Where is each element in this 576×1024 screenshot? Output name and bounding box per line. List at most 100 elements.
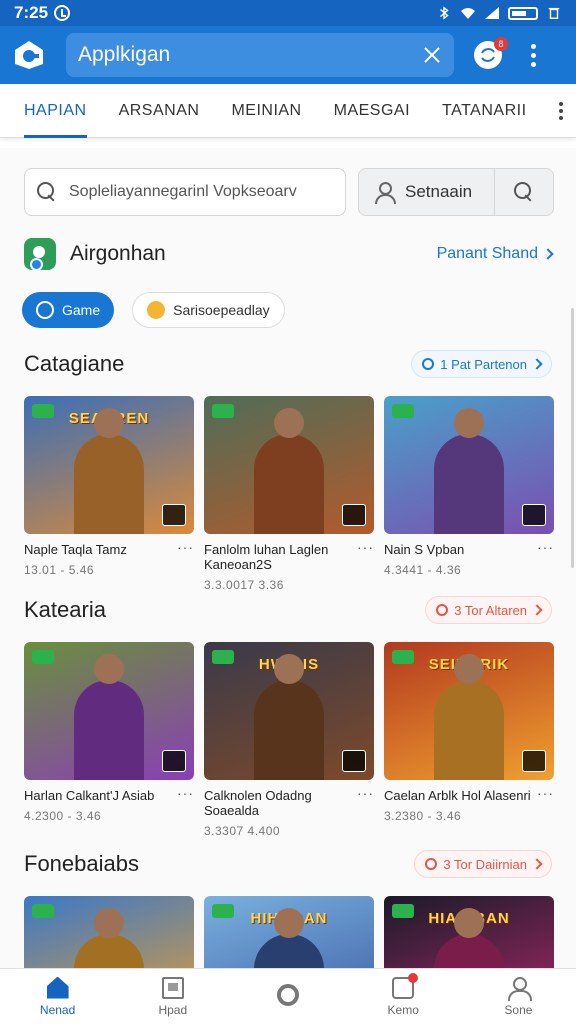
pin-icon: [422, 358, 435, 370]
tab-meinian[interactable]: MEINIAN: [231, 84, 301, 138]
ring-icon: [277, 983, 299, 1006]
card-meta: Naple Taqla Tamz ···: [24, 540, 194, 557]
card-subtitle: 4.3441 - 4.36: [384, 563, 462, 577]
card-meta: Fanlolm luhan Laglen Kaneoan2S ···: [204, 540, 374, 572]
app-search-field[interactable]: Applkigan: [66, 33, 454, 77]
category-header: Katearia 3 Tor Altaren: [24, 594, 552, 626]
search-input[interactable]: Sopleliayannegarinl Vopkseoarv: [24, 168, 346, 216]
tab-arsanan[interactable]: ARSANAN: [119, 84, 200, 138]
card-title: Caelan Arblk Hol Alasenri: [384, 788, 531, 803]
section-link-label: Panant Shand: [436, 245, 538, 262]
game-card[interactable]: Fanlolm luhan Laglen Kaneoan2S ··· 3.3.001…: [204, 396, 374, 592]
game-card[interactable]: HWIDIS Calknolen Odadng Soaealda ··· 3.3307…: [204, 642, 374, 838]
bluetooth-icon: [440, 6, 449, 20]
account-search-button[interactable]: Setnaain: [359, 169, 495, 215]
chip-game[interactable]: Game: [22, 292, 115, 328]
card-more-icon[interactable]: ···: [177, 786, 194, 803]
game-thumbnail[interactable]: HIHUGAN: [204, 896, 374, 968]
game-thumbnail[interactable]: HWIDIS: [204, 642, 374, 780]
card-more-icon[interactable]: ···: [177, 540, 194, 557]
character-figure: [434, 654, 504, 780]
nav-page[interactable]: Hpad: [115, 969, 230, 1024]
nav-messages[interactable]: Kemo: [346, 969, 461, 1024]
app-logo-icon[interactable]: [12, 38, 46, 72]
card-more-icon[interactable]: ···: [357, 786, 374, 818]
nav-profile[interactable]: Sone: [461, 969, 576, 1024]
category-filter-pill[interactable]: 3 Tor Daiirnian: [414, 850, 552, 878]
trash-icon: [548, 7, 560, 19]
game-thumbnail[interactable]: [384, 396, 554, 534]
category-section: Catagiane 1 Pat Partenon SEABREN Naple Taql…: [24, 348, 554, 592]
section-link[interactable]: Panant Shand: [436, 245, 554, 263]
card-subtitle: 4.2300 - 3.46: [24, 809, 102, 823]
thumbnail-tag: [392, 404, 414, 418]
tab-hapian[interactable]: HAPIAN: [24, 84, 87, 138]
category-title: Fonebaiabs: [24, 851, 139, 876]
nav-home[interactable]: Nenad: [0, 969, 115, 1024]
thumbnail-corner-icon: [162, 750, 186, 772]
more-options-icon[interactable]: [530, 43, 536, 67]
wifi-icon: [461, 8, 475, 19]
game-icon: [36, 301, 54, 319]
thumbnail-corner-icon: [522, 750, 546, 772]
character-figure: [254, 408, 324, 534]
nav-label: Sone: [504, 1002, 533, 1017]
card-more-icon[interactable]: ···: [537, 786, 554, 803]
game-card[interactable]: HIANIBAN: [384, 896, 554, 968]
status-bar: 7:25: [0, 0, 576, 26]
tab-tatanarii[interactable]: TATANARII: [442, 84, 527, 138]
game-card[interactable]: [24, 896, 194, 968]
card-more-icon[interactable]: ···: [357, 540, 374, 572]
category-section: Katearia 3 Tor Altaren Harlan Calkant'J As…: [24, 594, 554, 838]
tabs-overflow-icon[interactable]: [558, 101, 563, 120]
search-combo: Setnaain: [358, 168, 554, 216]
section-title: Airgonhan: [70, 242, 166, 265]
card-meta: Harlan Calkant'J Asiab ···: [24, 786, 194, 803]
pin-icon: [425, 858, 438, 870]
tab-maesgai[interactable]: MAESGAI: [334, 84, 410, 138]
character-figure: [74, 654, 144, 780]
card-row: SEABREN Naple Taqla Tamz ··· 13.01 - 5.46 Fa…: [24, 396, 554, 592]
thumbnail-corner-icon: [522, 504, 546, 526]
chip-secondary[interactable]: Sarisoepeadlay: [132, 292, 285, 328]
bottom-navigation: Nenad Hpad Kemo Sone: [0, 968, 576, 1024]
clear-icon[interactable]: [422, 45, 442, 65]
thumbnail-corner-icon: [342, 504, 366, 526]
card-row: Harlan Calkant'J Asiab ··· 4.2300 - 3.46 HW…: [24, 642, 554, 838]
account-search-label: Setnaain: [405, 182, 473, 201]
card-subtitle: 3.3307 4.400: [204, 824, 281, 838]
thumbnail-corner-icon: [342, 750, 366, 772]
game-card[interactable]: SEINORIK Caelan Arblk Hol Alasenri ··· 3.23…: [384, 642, 554, 838]
scrollbar[interactable]: [571, 308, 574, 568]
category-filter-pill[interactable]: 1 Pat Partenon: [411, 350, 552, 378]
chevron-right-icon: [542, 248, 554, 260]
game-card[interactable]: Nain S Vpban ··· 4.3441 - 4.36: [384, 396, 554, 592]
card-subtitle: 3.3.0017 3.36: [204, 578, 284, 592]
card-title: Harlan Calkant'J Asiab: [24, 788, 155, 803]
tab-bar: HAPIAN ARSANAN MEINIAN MAESGAI TATANARII: [0, 84, 576, 138]
chip-label: Game: [62, 302, 101, 318]
game-card[interactable]: HIHUGAN: [204, 896, 374, 968]
character-figure: [74, 408, 144, 534]
search-submit-button[interactable]: [495, 169, 553, 215]
nav-center[interactable]: [230, 969, 345, 1024]
category-filter-pill[interactable]: 3 Tor Altaren: [425, 596, 552, 624]
game-card[interactable]: Harlan Calkant'J Asiab ··· 4.2300 - 3.46: [24, 642, 194, 838]
search-icon: [37, 182, 57, 202]
game-card[interactable]: SEABREN Naple Taqla Tamz ··· 13.01 - 5.46: [24, 396, 194, 592]
pill-label: 3 Tor Daiirnian: [443, 856, 527, 872]
game-thumbnail[interactable]: SEABREN: [24, 396, 194, 534]
game-thumbnail[interactable]: HIANIBAN: [384, 896, 554, 968]
card-more-icon[interactable]: ···: [537, 540, 554, 557]
app-search-value: Applkigan: [78, 43, 171, 66]
app-bar: Applkigan 8: [0, 26, 576, 84]
sync-button[interactable]: 8: [474, 37, 508, 69]
card-meta: Calknolen Odadng Soaealda ···: [204, 786, 374, 818]
game-thumbnail[interactable]: [24, 642, 194, 780]
game-thumbnail[interactable]: [24, 896, 194, 968]
card-title: Fanlolm luhan Laglen Kaneoan2S: [204, 542, 329, 572]
character-figure: [254, 908, 324, 968]
game-thumbnail[interactable]: SEINORIK: [384, 642, 554, 780]
game-thumbnail[interactable]: [204, 396, 374, 534]
chevron-right-icon: [531, 358, 543, 370]
